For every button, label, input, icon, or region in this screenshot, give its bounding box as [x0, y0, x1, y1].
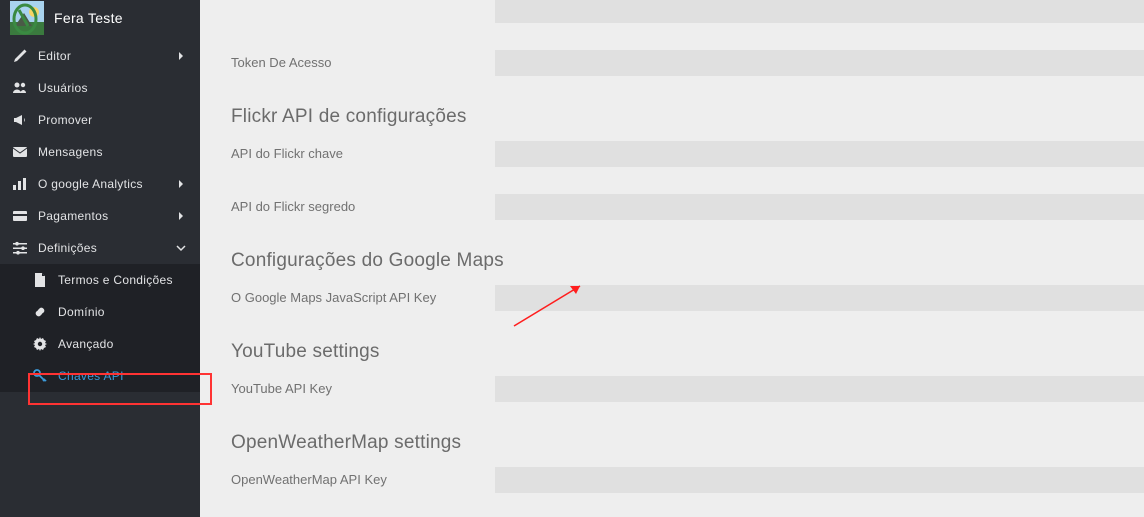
site-logo [10, 1, 44, 35]
card-icon [12, 209, 28, 223]
site-header: Fera Teste [0, 0, 200, 40]
chevron-right-icon [174, 49, 188, 63]
subnav-label: Avançado [58, 337, 114, 351]
input-token-acesso[interactable] [495, 50, 1144, 76]
bullhorn-icon [12, 113, 28, 127]
link-icon [32, 305, 48, 319]
input-gmaps-key[interactable] [495, 285, 1144, 311]
nav-label: Editor [38, 49, 174, 63]
content-area: . Token De Acesso Flickr API de configur… [200, 0, 1144, 517]
nav-item-pagamentos[interactable]: Pagamentos [0, 200, 200, 232]
nav-item-definicoes[interactable]: Definições [0, 232, 200, 264]
logo-image [10, 1, 44, 35]
label-token-acesso: Token De Acesso [215, 49, 495, 76]
subnav-item-avancado[interactable]: Avançado [0, 328, 200, 360]
subnav-label: Termos e Condições [58, 273, 173, 287]
nav-item-editor[interactable]: Editor [0, 40, 200, 72]
subnav-item-chaves-api[interactable]: Chaves API [0, 360, 200, 392]
nav-item-analytics[interactable]: O google Analytics [0, 168, 200, 200]
nav-item-mensagens[interactable]: Mensagens [0, 136, 200, 168]
heading-youtube: YouTube settings [215, 319, 1144, 375]
nav-label: Mensagens [38, 145, 188, 159]
subnav-container: Termos e Condições Domínio Avançado Chav… [0, 264, 200, 392]
chart-icon [12, 177, 28, 191]
users-icon [12, 81, 28, 95]
site-name: Fera Teste [54, 10, 123, 26]
nav-label: O google Analytics [38, 177, 174, 191]
nav-label: Usuários [38, 81, 188, 95]
nav-label: Pagamentos [38, 209, 174, 223]
chevron-right-icon [174, 177, 188, 191]
subnav-item-termos[interactable]: Termos e Condições [0, 264, 200, 296]
pencil-icon [12, 49, 28, 63]
envelope-icon [12, 145, 28, 159]
heading-owm: OpenWeatherMap settings [215, 410, 1144, 466]
subnav-label: Chaves API [58, 369, 124, 383]
heading-flickr: Flickr API de configurações [215, 84, 1144, 140]
input-flickr-segredo[interactable] [495, 194, 1144, 220]
chevron-right-icon [174, 209, 188, 223]
nav-label: Definições [38, 241, 174, 255]
gear-icon [32, 337, 48, 351]
label-owm-key: OpenWeatherMap API Key [215, 466, 495, 493]
file-icon [32, 273, 48, 287]
input-youtube-key[interactable] [495, 376, 1144, 402]
subnav-label: Domínio [58, 305, 105, 319]
nav-label: Promover [38, 113, 188, 127]
input-flickr-chave[interactable] [495, 141, 1144, 167]
heading-gmaps: Configurações do Google Maps [215, 228, 1144, 284]
input-owm-key[interactable] [495, 467, 1144, 493]
label-flickr-chave: API do Flickr chave [215, 140, 495, 167]
key-icon [32, 369, 48, 383]
label-gmaps-key: O Google Maps JavaScript API Key [215, 284, 495, 311]
input-prev-field[interactable] [495, 0, 1144, 23]
nav-item-usuarios[interactable]: Usuários [0, 72, 200, 104]
subnav-item-dominio[interactable]: Domínio [0, 296, 200, 328]
chevron-down-icon [174, 241, 188, 255]
nav-item-promover[interactable]: Promover [0, 104, 200, 136]
label-flickr-segredo: API do Flickr segredo [215, 193, 495, 220]
sidebar: Fera Teste Editor Usuários Promover Mens… [0, 0, 200, 517]
label-youtube-key: YouTube API Key [215, 375, 495, 402]
sliders-icon [12, 241, 28, 255]
